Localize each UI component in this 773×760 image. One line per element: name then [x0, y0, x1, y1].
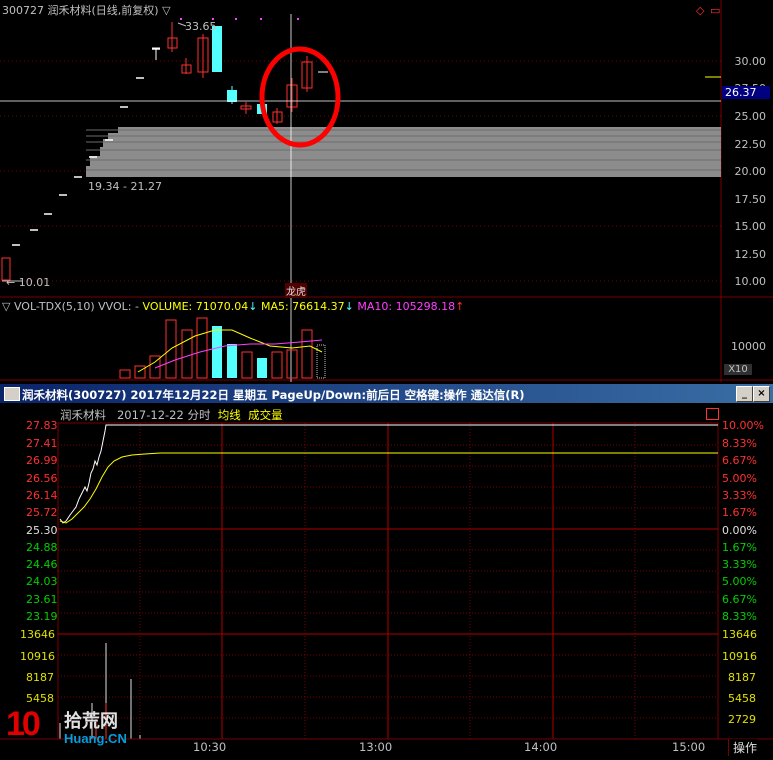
candle-t [152, 47, 160, 60]
min-price-value: 10.01 [18, 276, 51, 289]
price-label-12: 23.19 [26, 610, 58, 623]
intraday-chart[interactable] [0, 403, 773, 759]
vol-left-3: 8187 [26, 671, 54, 684]
pct-label-10: 5.00% [722, 575, 757, 588]
vol-right-4: 5458 [728, 692, 756, 705]
axis-price-4: 22.50 [734, 138, 767, 151]
pct-label-4: 5.00% [722, 472, 757, 485]
time-label-1: 10:30 [193, 740, 227, 754]
chip-range-label: 19.34 - 21.27 [88, 180, 162, 193]
time-label-3: 14:00 [524, 740, 558, 754]
close-button[interactable]: × [753, 386, 770, 402]
pct-label-11: 6.67% [722, 593, 757, 606]
vol-axis-unit: X10 [724, 364, 752, 375]
ma5-value: MA5: 76614.37 [260, 300, 345, 313]
min-price-label: ← 10.01 [6, 276, 51, 289]
up-arrow-icon: ↑ [455, 300, 465, 313]
pct-label-8: 1.67% [722, 541, 757, 554]
operate-button[interactable]: 操作 [728, 739, 758, 756]
app-icon [4, 387, 20, 401]
down-arrow-icon: ↓ [344, 300, 354, 313]
pct-label-7: 0.00% [722, 524, 757, 537]
vol-axis-value: 10000 [731, 340, 766, 353]
watermark-logo: 10 拾荒网 Huang.CN [6, 705, 140, 751]
window-titlebar[interactable]: 润禾材料(300727) 2017年12月22日 星期五 PageUp/Down… [0, 384, 773, 403]
time-label-2: 13:00 [359, 740, 393, 754]
current-price-tag: 26.37 [722, 86, 770, 99]
kline-panel[interactable]: 300727 润禾材料(日线,前复权) ▽ 30.00 25.00 22.50 … [0, 0, 773, 382]
axis-price-6: 17.50 [734, 193, 767, 206]
axis-price-5: 20.00 [734, 165, 767, 178]
max-price-label: 33.65 [185, 20, 217, 33]
peak-candles [167, 22, 313, 124]
watermark-url: Huang.CN [64, 731, 127, 746]
pct-label-2: 8.33% [722, 437, 757, 450]
watermark-number: 10 [6, 705, 41, 743]
vol-right-1: 13646 [722, 628, 757, 641]
volume-title: ▽ VOL-TDX(5,10) VVOL: - VOLUME: 71070.04… [2, 300, 464, 313]
avg-price-line [59, 452, 718, 524]
axis-price-9: 10.00 [734, 275, 767, 288]
pct-label-1: 10.00% [722, 419, 764, 432]
minimize-button[interactable]: _ [736, 386, 753, 402]
vol-left-1: 13646 [20, 628, 55, 641]
vol-right-2: 10916 [722, 650, 757, 663]
price-label-6: 25.72 [26, 506, 58, 519]
price-label-7: 25.30 [26, 524, 58, 537]
price-label-10: 24.03 [26, 575, 58, 588]
price-label-4: 26.56 [26, 472, 58, 485]
event-tag[interactable]: 龙虎 [285, 283, 307, 298]
window-title: 润禾材料(300727) 2017年12月22日 星期五 PageUp/Down… [22, 388, 525, 402]
price-label-11: 23.61 [26, 593, 58, 606]
pct-label-9: 3.33% [722, 558, 757, 571]
price-label-3: 26.99 [26, 454, 58, 467]
price-label-9: 24.46 [26, 558, 58, 571]
price-label-5: 26.14 [26, 489, 58, 502]
vol-right-3: 8187 [728, 671, 756, 684]
vol-left-4: 5458 [26, 692, 54, 705]
pct-label-5: 3.33% [722, 489, 757, 502]
vol-left-2: 10916 [20, 650, 55, 663]
collapse-vol-icon[interactable]: ▽ [2, 300, 10, 313]
pct-label-6: 1.67% [722, 506, 757, 519]
axis-price-1: 30.00 [734, 55, 767, 68]
diamond-icon[interactable]: ◇ [696, 4, 704, 17]
time-label-4: 15:00 [672, 740, 706, 754]
vol-right-5: 2729 [728, 713, 756, 726]
vvol-label: VVOL: - [98, 300, 139, 313]
ma10-value: MA10: 105298.18 [357, 300, 456, 313]
pct-label-3: 6.67% [722, 454, 757, 467]
price-label-8: 24.88 [26, 541, 58, 554]
price-label-1: 27.83 [26, 419, 58, 432]
collapse-icon[interactable]: ▭ [710, 4, 720, 17]
volume-indicator[interactable]: VOL-TDX(5,10) [14, 300, 95, 313]
down-arrow-icon: ↓ [248, 300, 258, 313]
price-label-2: 27.41 [26, 437, 58, 450]
pct-label-12: 8.33% [722, 610, 757, 623]
axis-price-3: 25.00 [734, 110, 767, 123]
axis-price-7: 15.00 [734, 220, 767, 233]
volume-value: VOLUME: 71070.04 [142, 300, 249, 313]
watermark-text: 拾荒网 [64, 711, 118, 732]
axis-price-8: 12.50 [734, 248, 767, 261]
